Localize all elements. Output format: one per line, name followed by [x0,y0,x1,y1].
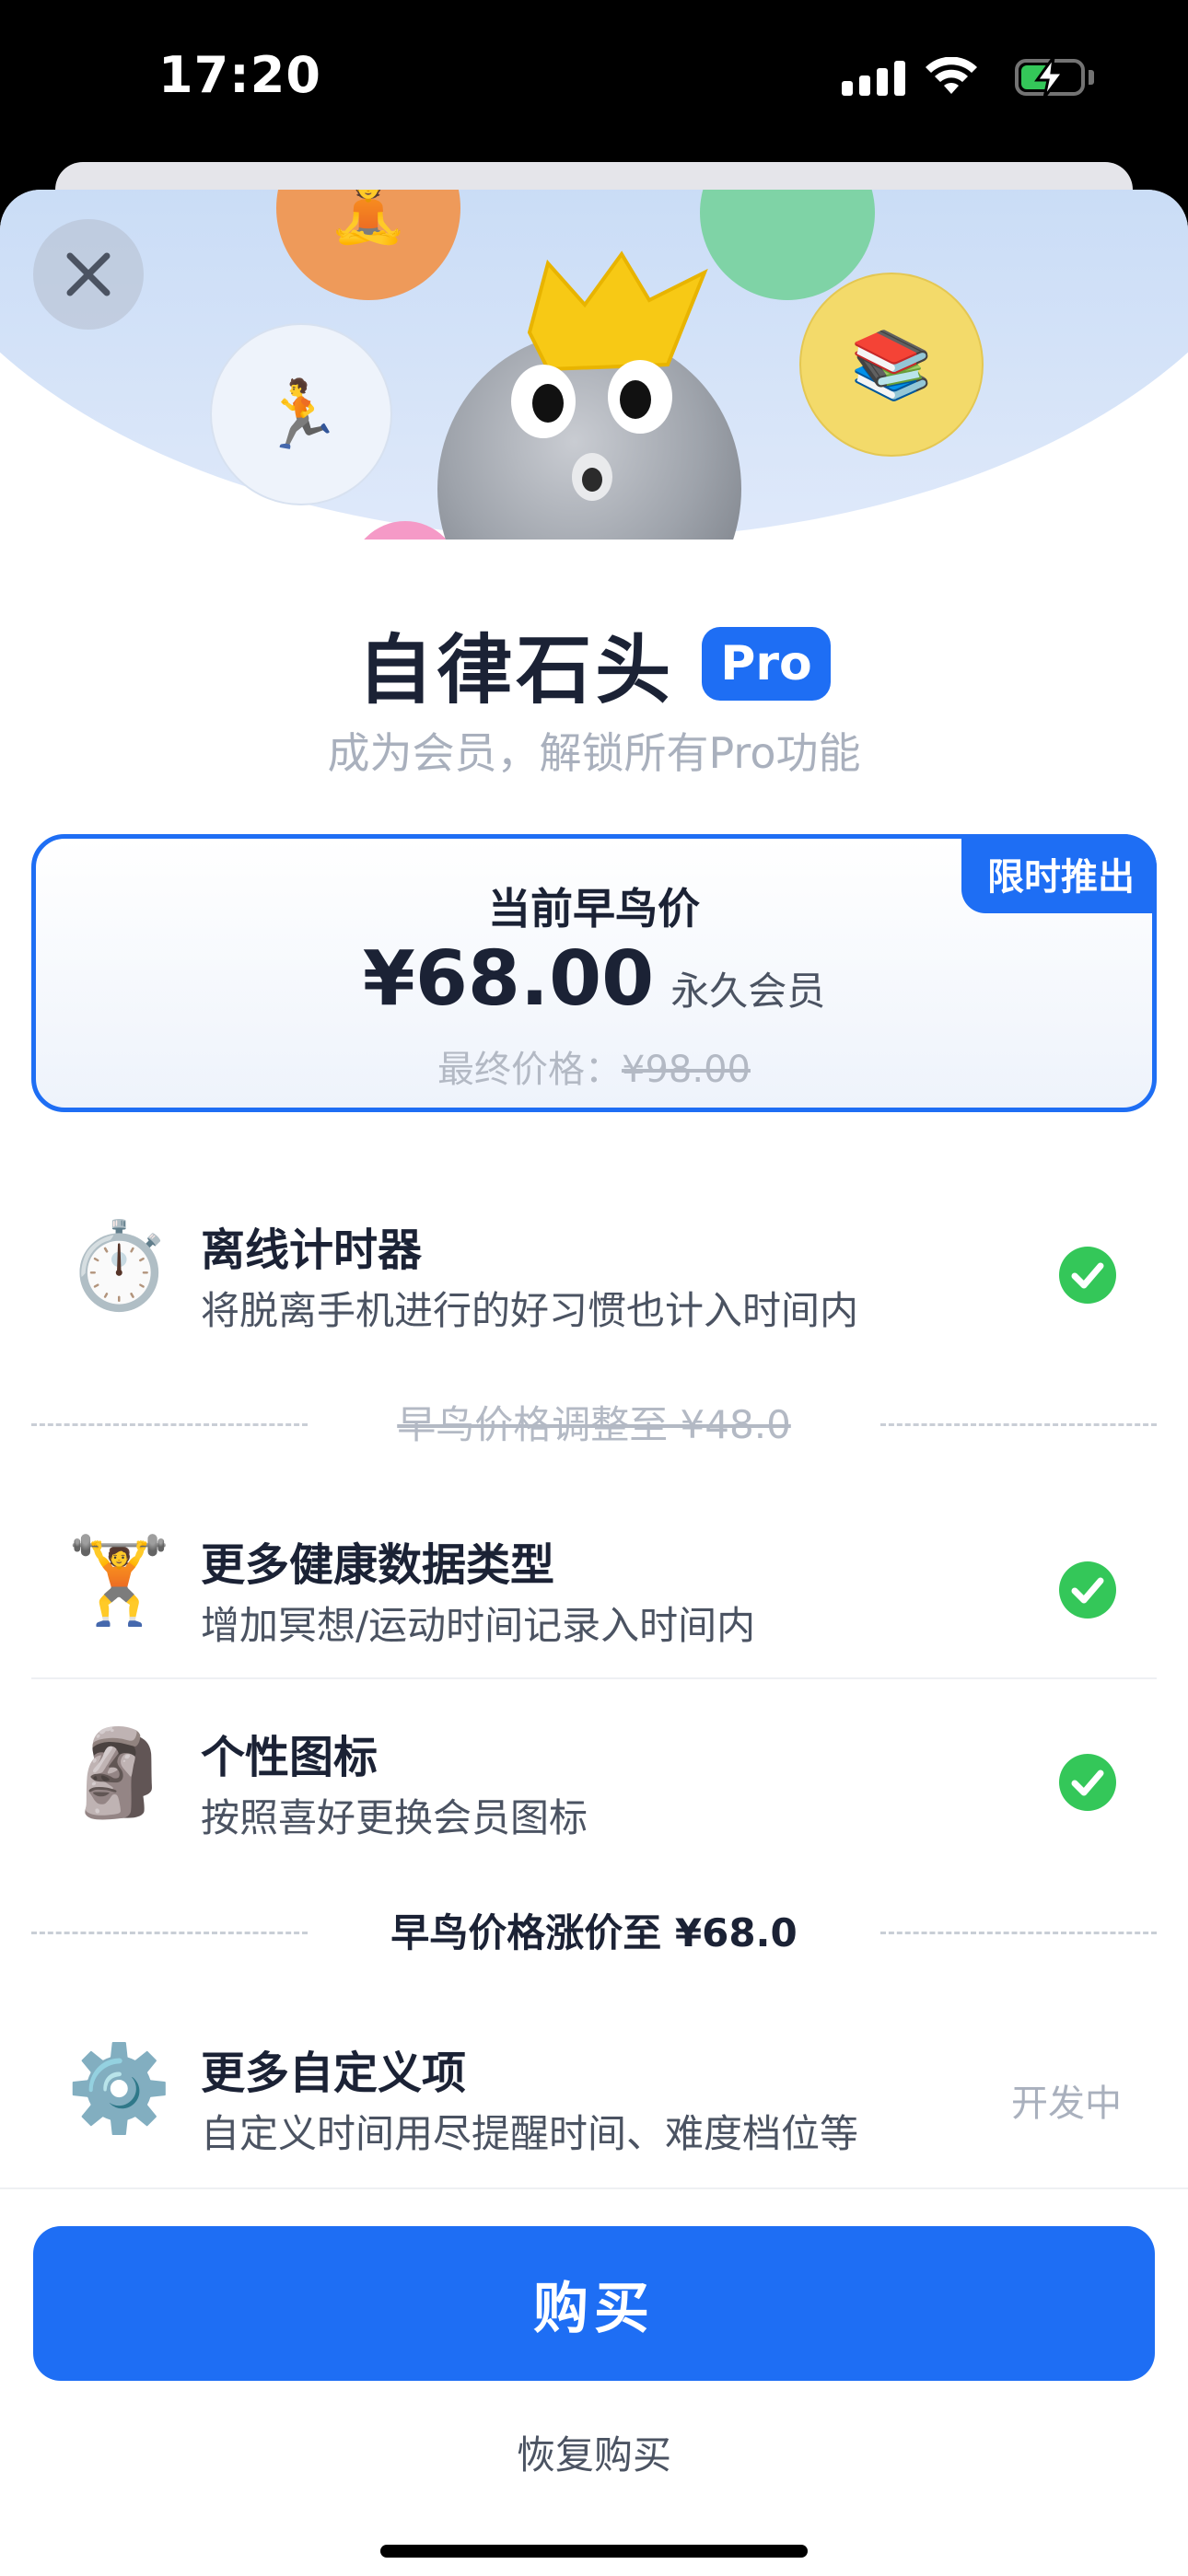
feature-description: 增加冥想/运动时间记录入时间内 [201,1603,756,1648]
close-icon [66,252,111,296]
charging-bolt-icon [1034,55,1066,99]
final-price-value: ¥98.00 [622,1049,751,1091]
app-title: 自律石头 [357,627,675,714]
feature-description: 自定义时间用尽提醒时间、难度档位等 [201,2111,859,2156]
wifi-icon [926,57,977,94]
stopwatch-icon: ⏱️ [66,1216,172,1315]
status-bar: 17:20 [0,0,1188,161]
subtitle: 成为会员，解锁所有Pro功能 [327,728,861,778]
check-icon [1059,1754,1116,1811]
restore-purchase-link[interactable]: 恢复购买 [0,2424,1188,2480]
price-milestone-separator: 早鸟价格调整至 ¥48.0 [31,1398,1157,1453]
price-card[interactable]: 限时推出 当前早鸟价 ¥68.00 永久会员 最终价格：¥98.00 [31,834,1157,1112]
gear-icon: ⚙️ [66,2039,172,2138]
price-unit: 永久会员 [670,969,826,1014]
feature-more-customization: ⚙️ 更多自定义项 自定义时间用尽提醒时间、难度档位等 开发中 [0,2002,1188,2176]
pro-badge: Pro [702,626,831,701]
feature-health-data: 🏋️ 更多健康数据类型 增加冥想/运动时间记录入时间内 [0,1493,1188,1668]
feature-title: 离线计时器 [201,1224,423,1276]
battery-cap [1089,70,1094,85]
check-icon [1059,1247,1116,1304]
price-milestone-separator: 早鸟价格涨价至 ¥68.0 [31,1906,1157,1961]
close-button[interactable] [33,219,144,330]
hero-banner: 🧘 🏃 📚 [0,190,1188,540]
final-price-label: 最终价格： [437,1049,623,1091]
dashed-line [880,1423,1157,1426]
feature-description: 将脱离手机进行的好习惯也计入时间内 [201,1288,859,1333]
price-label: 当前早鸟价 [488,884,700,934]
purchase-bar: 购买 恢复购买 [0,2187,1188,2576]
home-indicator [380,2545,808,2558]
status-time: 17:20 [158,46,321,104]
cellular-signal-icon [842,61,905,96]
price-value: ¥68.00 [362,935,655,1023]
runner-icon: 🏃 [210,323,392,505]
feature-description: 按照喜好更换会员图标 [201,1795,588,1840]
final-price-row: 最终价格：¥98.00 [36,1039,1152,1093]
divider [31,1677,1157,1679]
feature-title: 更多健康数据类型 [201,1539,555,1591]
title-row: 自律石头 Pro [0,609,1188,718]
dashed-line [880,1932,1157,1934]
check-icon [1059,1561,1116,1619]
feature-title: 个性图标 [201,1732,379,1783]
feature-offline-timer: ⏱️ 离线计时器 将脱离手机进行的好习惯也计入时间内 [0,1178,1188,1353]
buy-button[interactable]: 购买 [33,2226,1155,2381]
feature-title: 更多自定义项 [201,2048,467,2099]
feature-custom-icons: 🗿 个性图标 按照喜好更换会员图标 [0,1686,1188,1861]
weightlifter-icon: 🏋️ [66,1531,172,1630]
milestone-text: 早鸟价格调整至 ¥48.0 [397,1402,791,1447]
price-row: ¥68.00 永久会员 [36,935,1152,1023]
stone-mascot-icon [437,250,741,540]
in-development-label: 开发中 [1011,2083,1122,2125]
moai-icon: 🗿 [66,1723,172,1822]
milestone-text: 早鸟价格涨价至 ¥68.0 [390,1910,798,1955]
books-icon: 📚 [799,273,984,457]
